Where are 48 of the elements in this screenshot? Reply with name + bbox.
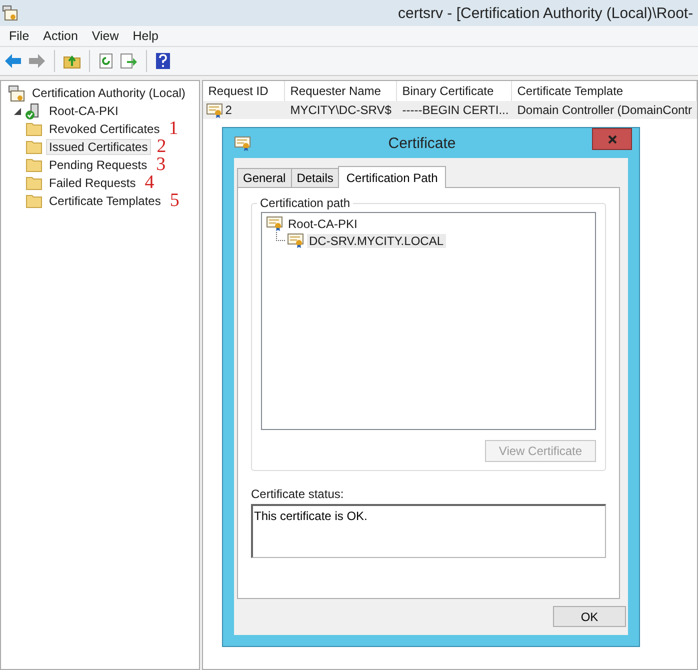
path-item[interactable]: Root-CA-PKI <box>286 216 360 230</box>
annotation-number: 3 <box>156 154 166 176</box>
menu-item[interactable]: Action <box>36 29 85 43</box>
expanded-icon[interactable] <box>14 108 21 114</box>
tree-item[interactable]: Certification Authority (Local) <box>29 85 188 101</box>
annotation-number: 1 <box>168 118 178 140</box>
annotation-number: 5 <box>170 190 180 212</box>
certificate-icon <box>266 216 284 231</box>
app-icon <box>2 5 18 21</box>
export-button[interactable] <box>118 51 140 71</box>
tree-item[interactable]: Certificate Templates <box>46 193 164 209</box>
menu-item[interactable]: File <box>2 29 36 43</box>
status-label: Certificate status: <box>251 487 345 501</box>
tree-item[interactable]: Root-CA-PKI <box>46 103 122 119</box>
window-title: certsrv - [Certification Authority (Local)\Root- <box>398 4 694 22</box>
folder-icon <box>26 194 42 208</box>
table-cell: 2 <box>225 103 232 117</box>
table-row[interactable]: 2 MYCITY\DC-SRV$ -----BEGIN CERTI... Domain Controller (DomainContr <box>203 101 697 119</box>
help-button[interactable] <box>153 50 173 72</box>
certificate-icon <box>206 102 224 118</box>
tab[interactable]: Certification Path <box>338 166 446 188</box>
table-cell: Domain Controller (DomainContr <box>517 103 692 117</box>
menu-item[interactable]: Help <box>126 29 166 43</box>
certificate-console-icon <box>8 84 25 102</box>
folder-icon <box>26 176 42 190</box>
table-cell: MYCITY\DC-SRV$ <box>290 103 392 117</box>
tree-item[interactable]: Issued Certificates <box>46 139 151 155</box>
certificate-icon <box>234 136 252 150</box>
tree-item[interactable]: Pending Requests <box>46 157 150 173</box>
status-field[interactable]: This certificate is OK. <box>251 504 606 558</box>
close-button[interactable] <box>592 128 632 150</box>
dialog-title: Certificate <box>387 134 457 152</box>
path-item[interactable]: DC-SRV.MYCITY.LOCAL <box>307 234 446 248</box>
tree-item[interactable]: Revoked Certificates <box>46 121 163 137</box>
tree-item[interactable]: Failed Requests <box>46 175 139 191</box>
ok-button[interactable]: OK <box>553 606 626 627</box>
folder-icon <box>26 122 42 136</box>
annotation-number: 4 <box>144 172 154 194</box>
table-cell: -----BEGIN CERTI... <box>402 103 509 117</box>
annotation-number: 2 <box>156 136 166 157</box>
tab[interactable]: General <box>237 168 292 187</box>
menu-item[interactable]: View <box>84 29 126 43</box>
folder-icon <box>26 158 42 172</box>
folder-icon <box>26 140 42 154</box>
group-title: Certification path <box>259 196 352 210</box>
certificate-icon <box>287 233 305 248</box>
tab[interactable]: Details <box>290 168 340 187</box>
close-icon <box>608 134 616 144</box>
